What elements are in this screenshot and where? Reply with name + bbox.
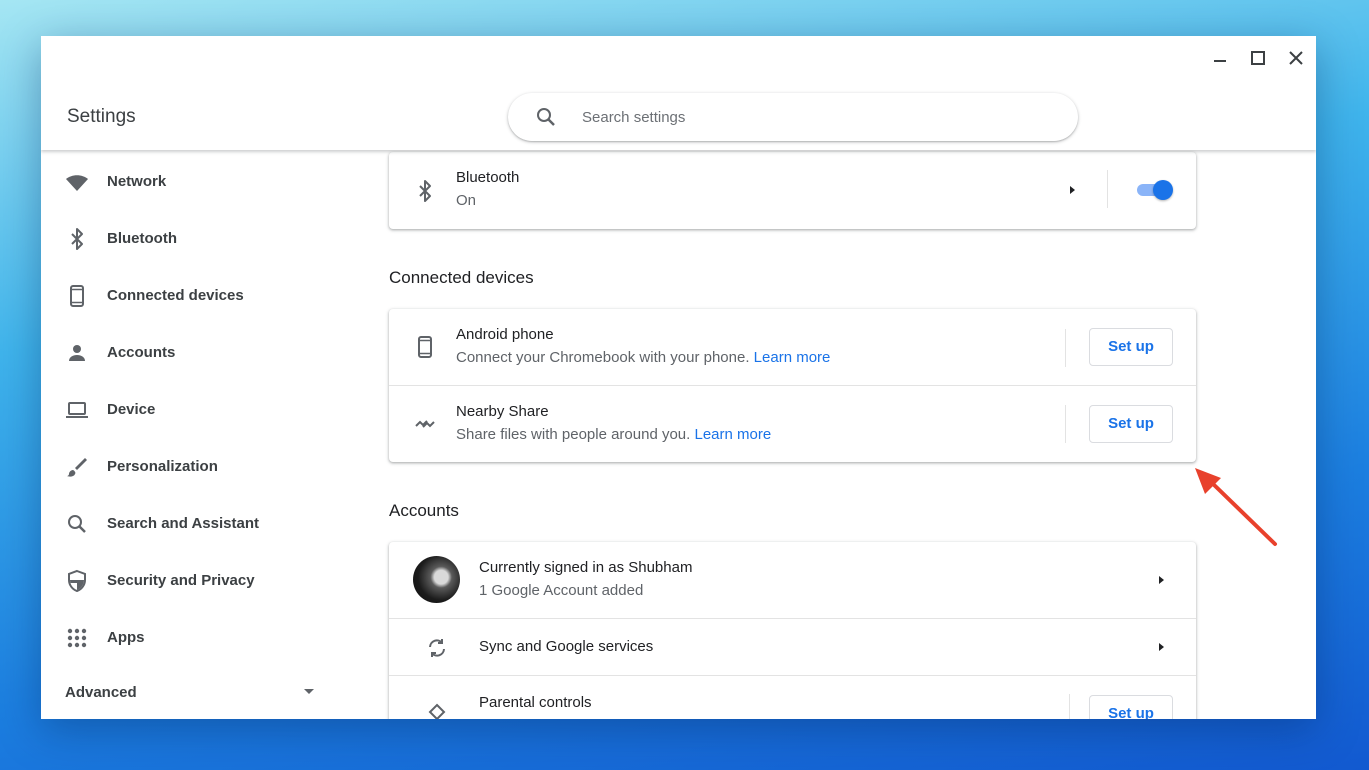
sidebar-item-label: Bluetooth	[107, 230, 177, 247]
parental-controls-icon	[425, 702, 449, 719]
accounts-card: Currently signed in as Shubham 1 Google …	[389, 542, 1196, 719]
sidebar-item-label: Network	[107, 173, 167, 190]
sidebar-item-connected-devices[interactable]: Connected devices	[41, 276, 341, 316]
maximize-icon[interactable]	[1246, 46, 1270, 70]
bluetooth-icon	[413, 179, 437, 203]
signed-in-subpage-arrow[interactable]	[1151, 570, 1171, 590]
sync-subpage-arrow[interactable]	[1151, 637, 1171, 657]
avatar	[413, 556, 460, 603]
sidebar-item-accounts[interactable]: Accounts	[41, 333, 341, 373]
bluetooth-status: On	[456, 192, 477, 209]
search-box[interactable]	[508, 93, 1078, 141]
signed-in-row[interactable]: Currently signed in as Shubham 1 Google …	[389, 542, 1196, 619]
sidebar: Network Bluetooth Connected devices Acco…	[41, 150, 341, 719]
bluetooth-title: Bluetooth	[456, 169, 520, 186]
sidebar-item-security-and-privacy[interactable]: Security and Privacy	[41, 561, 341, 601]
divider	[1069, 694, 1070, 719]
divider	[1107, 170, 1108, 208]
sidebar-item-label: Apps	[107, 629, 145, 646]
minimize-icon[interactable]	[1208, 46, 1232, 70]
sidebar-item-bluetooth[interactable]: Bluetooth	[41, 219, 341, 259]
settings-window: Bluetooth On Connected devices Android p…	[41, 36, 1316, 719]
android-phone-desc: Connect your Chromebook with your phone.…	[456, 349, 830, 366]
sidebar-item-network[interactable]: Network	[41, 162, 341, 202]
nearby-share-desc-text: Share files with people around you.	[456, 426, 691, 443]
sync-row[interactable]: Sync and Google services	[389, 619, 1196, 676]
brush-icon	[65, 455, 89, 479]
sidebar-item-search-and-assistant[interactable]: Search and Assistant	[41, 504, 341, 544]
sidebar-advanced[interactable]: Advanced	[65, 684, 137, 701]
sidebar-item-device[interactable]: Device	[41, 390, 341, 430]
laptop-icon	[65, 398, 89, 422]
bluetooth-card: Bluetooth On	[389, 152, 1196, 229]
connected-devices-card: Android phone Connect your Chromebook wi…	[389, 309, 1196, 462]
sidebar-item-label: Security and Privacy	[107, 572, 255, 589]
signed-in-desc: 1 Google Account added	[479, 582, 644, 599]
apps-grid-icon	[65, 626, 89, 650]
bluetooth-icon	[65, 227, 89, 251]
sidebar-item-label: Device	[107, 401, 156, 418]
parental-controls-setup-button[interactable]: Set up	[1089, 695, 1173, 719]
divider	[1065, 329, 1066, 367]
annotation-arrow-icon	[1191, 468, 1281, 558]
android-phone-row: Android phone Connect your Chromebook wi…	[389, 309, 1196, 386]
page-title: Settings	[67, 106, 136, 127]
sidebar-item-label: Accounts	[107, 344, 176, 361]
accounts-heading: Accounts	[389, 501, 459, 520]
nearby-share-desc: Share files with people around you. Lear…	[456, 426, 771, 443]
bluetooth-subpage-arrow[interactable]	[1062, 180, 1082, 200]
search-input[interactable]	[582, 105, 1042, 129]
connected-devices-heading: Connected devices	[389, 268, 534, 287]
nearby-share-icon	[413, 412, 437, 436]
sidebar-item-personalization[interactable]: Personalization	[41, 447, 341, 487]
shield-icon	[65, 569, 89, 593]
android-phone-desc-text: Connect your Chromebook with your phone.	[456, 349, 750, 366]
chevron-down-icon[interactable]	[297, 679, 321, 703]
android-phone-title: Android phone	[456, 326, 554, 343]
divider	[1065, 405, 1066, 443]
search-icon	[65, 512, 89, 536]
search-icon	[534, 105, 558, 129]
phone-icon	[413, 335, 437, 359]
nearby-share-title: Nearby Share	[456, 403, 549, 420]
nearby-share-learn-more-link[interactable]: Learn more	[695, 426, 772, 443]
wifi-icon	[65, 170, 89, 194]
nearby-share-setup-button[interactable]: Set up	[1089, 405, 1173, 443]
parental-controls-row: Parental controls Set up	[389, 676, 1196, 719]
sidebar-item-label: Personalization	[107, 458, 218, 475]
bluetooth-toggle[interactable]	[1135, 179, 1173, 201]
sync-icon	[425, 636, 449, 660]
nearby-share-row: Nearby Share Share files with people aro…	[389, 386, 1196, 462]
person-icon	[65, 341, 89, 365]
android-phone-setup-button[interactable]: Set up	[1089, 328, 1173, 366]
phone-icon	[65, 284, 89, 308]
signed-in-title: Currently signed in as Shubham	[479, 559, 693, 576]
parental-controls-title: Parental controls	[479, 694, 592, 711]
close-icon[interactable]	[1284, 46, 1308, 70]
sync-title: Sync and Google services	[479, 638, 654, 655]
sidebar-item-label: Connected devices	[107, 287, 244, 304]
sidebar-item-apps[interactable]: Apps	[41, 618, 341, 658]
android-phone-learn-more-link[interactable]: Learn more	[754, 349, 831, 366]
title-bar: Settings	[41, 36, 1316, 150]
sidebar-item-label: Search and Assistant	[107, 515, 259, 532]
